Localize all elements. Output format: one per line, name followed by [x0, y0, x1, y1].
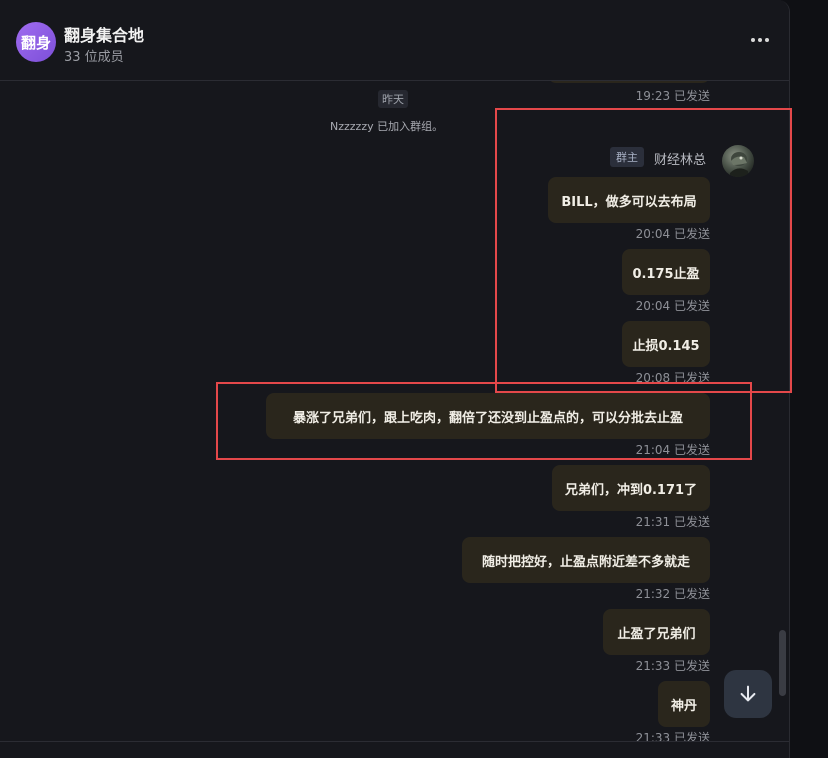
message-timestamp: 21:32 已发送 — [635, 587, 710, 601]
message-list[interactable]: 19:23 已发送 昨天 Nzzzzzy 已加入群组。 群主 财经林总 BILL… — [0, 81, 789, 741]
date-separator: 昨天 — [378, 90, 408, 108]
chat-header: 翻身 翻身集合地 33 位成员 — [0, 0, 789, 81]
chat-window: 翻身 翻身集合地 33 位成员 19:23 已发送 昨天 Nzzzzzy 已加入… — [0, 0, 790, 758]
message-timestamp: 20:04 已发送 — [635, 299, 710, 313]
message-bubble[interactable]: 随时把控好，止盈点附近差不多就走 — [462, 537, 710, 583]
message-bubble[interactable]: BILL，做多可以去布局 — [548, 177, 710, 223]
message-bubble[interactable]: 神丹 — [658, 681, 710, 727]
member-count: 33 位成员 — [64, 50, 124, 65]
message-bubble[interactable]: 0.175止盈 — [622, 249, 710, 295]
group-title[interactable]: 翻身集合地 — [64, 22, 144, 46]
message-timestamp: 21:04 已发送 — [635, 443, 710, 457]
message-timestamp: 20:04 已发送 — [635, 227, 710, 241]
more-dots-icon[interactable] — [748, 30, 772, 50]
arrow-down-icon — [740, 685, 756, 702]
message-timestamp: 21:33 已发送 — [635, 731, 710, 741]
message-bubble[interactable]: 止盈了兄弟们 — [603, 609, 710, 655]
message-timestamp: 21:33 已发送 — [635, 659, 710, 673]
message-timestamp: 19:23 已发送 — [635, 89, 710, 103]
message-bubble[interactable]: 兄弟们，冲到0.171了 — [552, 465, 710, 511]
composer-divider — [0, 741, 789, 742]
system-message: Nzzzzzy 已加入群组。 — [330, 120, 444, 133]
sender-name[interactable]: 财经林总 — [654, 149, 706, 168]
sender-avatar[interactable] — [722, 145, 754, 177]
scroll-down-button[interactable] — [724, 670, 772, 718]
message-timestamp: 20:08 已发送 — [635, 371, 710, 385]
owner-badge: 群主 — [610, 147, 644, 167]
message-bubble[interactable]: 止损0.145 — [622, 321, 710, 367]
message-bubble-partial[interactable] — [548, 81, 710, 83]
group-avatar[interactable]: 翻身 — [16, 22, 56, 62]
message-bubble[interactable]: 暴涨了兄弟们，跟上吃肉，翻倍了还没到止盈点的，可以分批去止盈 — [266, 393, 710, 439]
message-timestamp: 21:31 已发送 — [635, 515, 710, 529]
scrollbar[interactable] — [779, 630, 786, 696]
